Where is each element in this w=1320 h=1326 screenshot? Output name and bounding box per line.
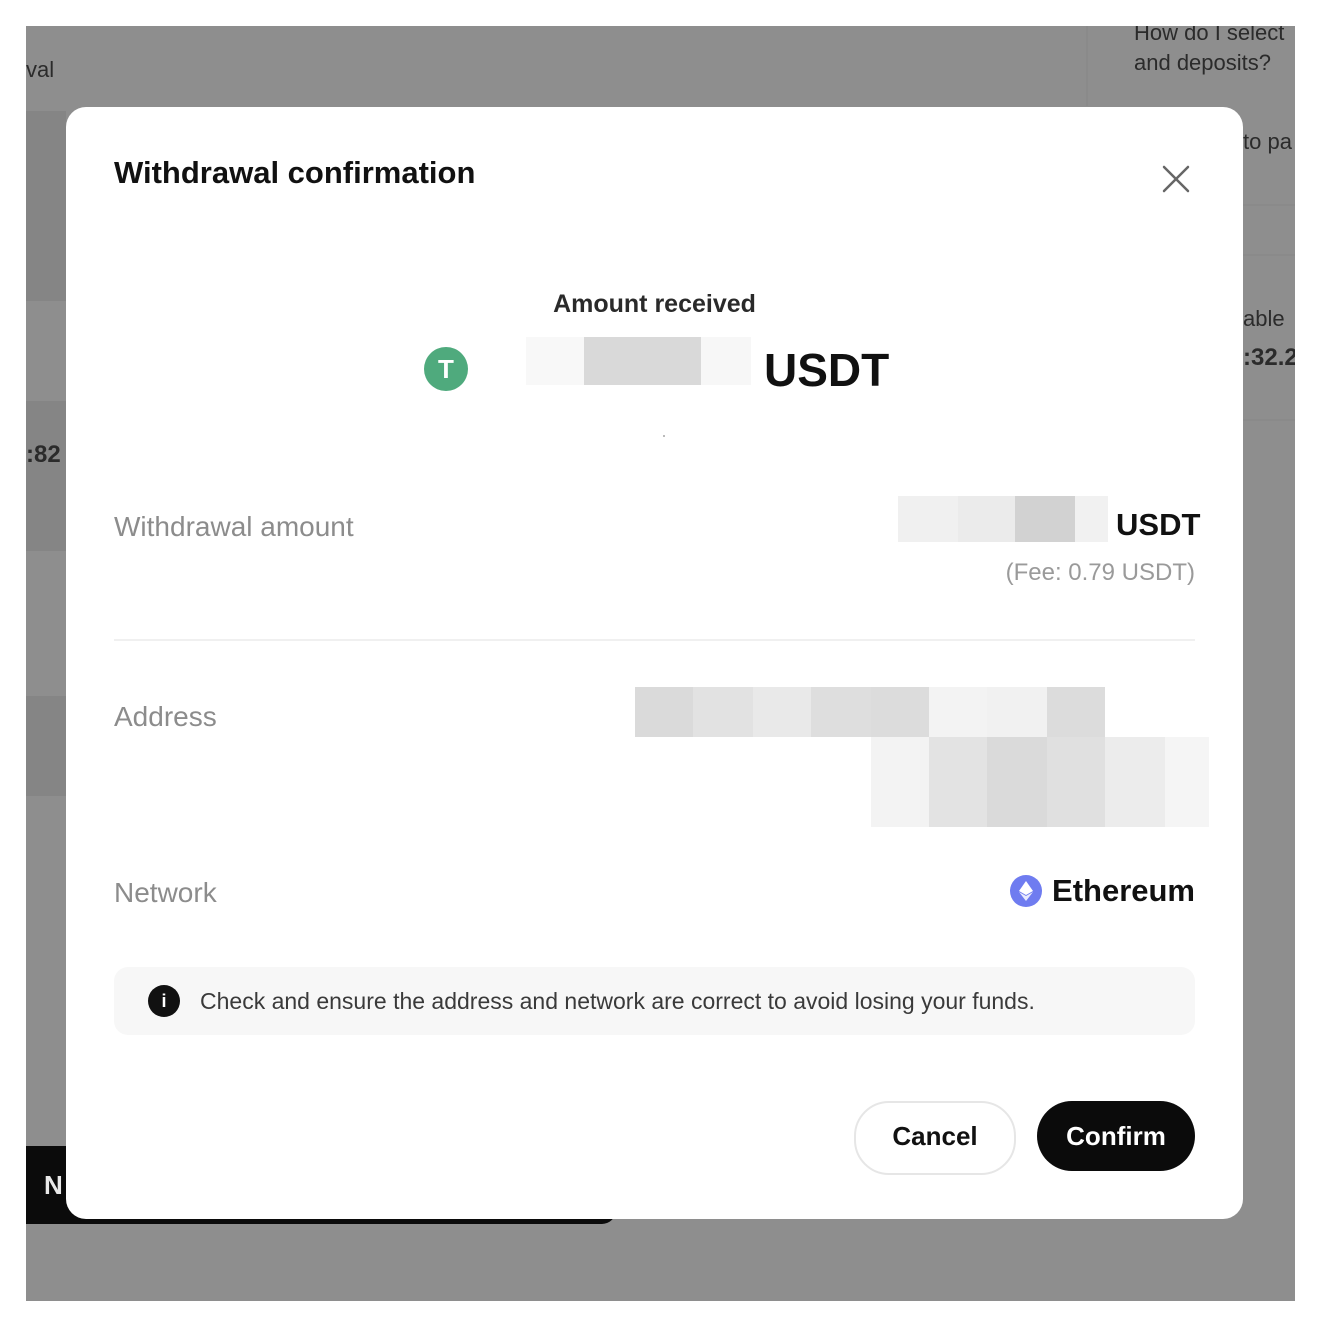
bg-faq-line1: How do I select — [1134, 26, 1285, 45]
withdrawal-amount-unit: USDT — [1116, 507, 1201, 542]
confirm-button[interactable]: Confirm — [1037, 1101, 1195, 1171]
bg-dark-button-label: N — [44, 1170, 63, 1200]
bg-fragment-82: :82 — [26, 441, 61, 468]
bg-faq-line2: and deposits? — [1134, 50, 1271, 75]
warning-notice: i Check and ensure the address and netwo… — [114, 967, 1195, 1035]
bg-fragment-amount: :32.2 — [1243, 344, 1295, 371]
bg-divider-1 — [1243, 204, 1295, 206]
amount-received-unit: USDT — [764, 344, 890, 396]
bg-fragment-able: able — [1243, 306, 1285, 331]
bg-panel-left-2 — [26, 401, 66, 551]
close-icon[interactable] — [1156, 159, 1196, 199]
info-icon: i — [148, 985, 180, 1017]
bg-fragment-to-pa: to pa — [1243, 129, 1292, 154]
network-label: Network — [114, 877, 217, 908]
bg-divider-3 — [1243, 419, 1295, 421]
amount-received-label: Amount received — [553, 290, 756, 318]
address-label: Address — [114, 701, 217, 732]
ethereum-icon — [1010, 875, 1043, 907]
withdrawal-confirmation-modal: Withdrawal confirmation Amount received … — [66, 107, 1243, 1219]
usdt-icon: T — [424, 347, 468, 391]
bg-divider-2 — [1243, 254, 1295, 256]
bg-fragment-val: val — [26, 57, 55, 82]
bg-divider-vertical — [1086, 26, 1088, 106]
network-value: Ethereum — [1010, 873, 1195, 909]
notice-text: Check and ensure the address and network… — [200, 988, 1035, 1014]
withdrawal-amount-label: Withdrawal amount — [114, 511, 354, 542]
bg-panel-left-3 — [26, 696, 66, 796]
cancel-button[interactable]: Cancel — [854, 1101, 1016, 1175]
divider — [114, 639, 1195, 641]
decorative-dot — [663, 435, 665, 437]
network-name: Ethereum — [1052, 873, 1195, 908]
bg-panel-left — [26, 111, 66, 301]
fee-text: (Fee: 0.79 USDT) — [1005, 559, 1195, 586]
modal-title: Withdrawal confirmation — [114, 155, 476, 190]
